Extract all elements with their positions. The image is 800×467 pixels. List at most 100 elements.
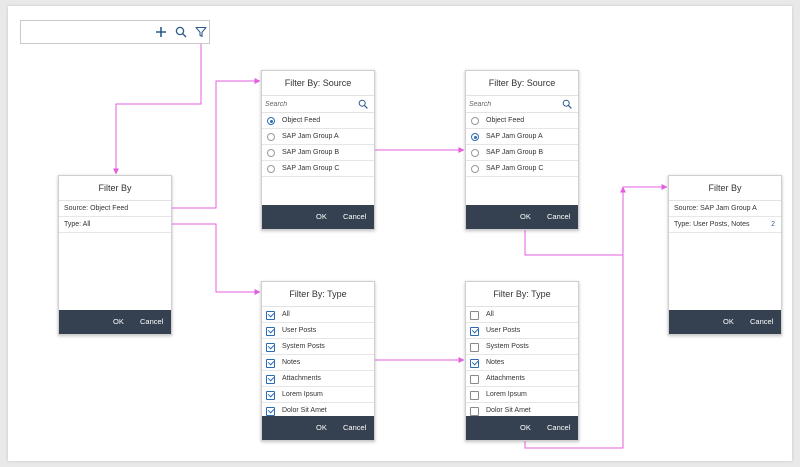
search-icon[interactable]	[358, 99, 368, 109]
source-row[interactable]: Source: Object Feed	[59, 201, 171, 217]
source-option[interactable]: SAP Jam Group C	[466, 161, 578, 177]
radio-button[interactable]	[471, 149, 479, 157]
type-option[interactable]: System Posts	[262, 339, 374, 355]
checkbox[interactable]	[266, 390, 275, 400]
source-row-label: Source: Object Feed	[64, 205, 129, 212]
option-label: Attachments	[486, 375, 525, 382]
filter-by-dialog-initial: Filter By Source: Object Feed Type: All …	[58, 175, 172, 335]
source-option[interactable]: Object Feed	[466, 113, 578, 129]
radio-button[interactable]	[267, 133, 275, 141]
option-label: User Posts	[282, 327, 317, 334]
checkbox[interactable]	[470, 342, 479, 352]
type-row[interactable]: Type: All	[59, 217, 171, 233]
source-row-label: Source: SAP Jam Group A	[674, 205, 757, 212]
ok-button[interactable]: OK	[723, 310, 734, 334]
search-input[interactable]	[265, 98, 353, 110]
type-option[interactable]: Notes	[262, 355, 374, 371]
source-option[interactable]: SAP Jam Group B	[466, 145, 578, 161]
radio-button[interactable]	[267, 117, 275, 125]
checkbox[interactable]	[266, 374, 275, 384]
ok-button[interactable]: OK	[520, 416, 531, 440]
dialog-title: Filter By: Source	[466, 71, 578, 96]
dialog-footer: OK Cancel	[59, 310, 171, 334]
radio-button[interactable]	[471, 117, 479, 125]
type-row-label: Type: All	[64, 221, 91, 228]
checkbox[interactable]	[470, 310, 479, 320]
radio-button[interactable]	[267, 149, 275, 157]
checkbox[interactable]	[266, 310, 275, 320]
option-label: System Posts	[486, 343, 529, 350]
type-option[interactable]: Attachments	[466, 371, 578, 387]
checkbox[interactable]	[266, 326, 275, 336]
type-option[interactable]: All	[466, 307, 578, 323]
cancel-button[interactable]: Cancel	[343, 205, 366, 229]
type-option[interactable]: System Posts	[466, 339, 578, 355]
checkbox[interactable]	[470, 374, 479, 384]
cancel-button[interactable]: Cancel	[343, 416, 366, 440]
type-count-badge: 2	[771, 221, 775, 228]
source-option[interactable]: SAP Jam Group A	[466, 129, 578, 145]
option-label: SAP Jam Group B	[486, 149, 544, 156]
add-icon[interactable]	[153, 24, 169, 40]
option-label: SAP Jam Group B	[282, 149, 340, 156]
type-options: All User Posts System Posts Notes Attachment…	[262, 307, 374, 419]
dialog-title: Filter By	[669, 176, 781, 201]
dialog-footer: OK Cancel	[262, 205, 374, 229]
option-label: SAP Jam Group C	[282, 165, 340, 172]
dialog-footer: OK Cancel	[466, 205, 578, 229]
ok-button[interactable]: OK	[520, 205, 531, 229]
source-option[interactable]: Object Feed	[262, 113, 374, 129]
option-label: Notes	[282, 359, 301, 366]
radio-button[interactable]	[267, 165, 275, 173]
type-option[interactable]: User Posts	[262, 323, 374, 339]
type-option[interactable]: Lorem Ipsum	[466, 387, 578, 403]
source-options: Object Feed SAP Jam Group A SAP Jam Group …	[262, 113, 374, 177]
type-option[interactable]: Lorem Ipsum	[262, 387, 374, 403]
option-label: All	[282, 311, 290, 318]
filter-icon[interactable]	[193, 24, 209, 40]
checkbox[interactable]	[470, 390, 479, 400]
option-label: User Posts	[486, 327, 521, 334]
dialog-footer: OK Cancel	[262, 416, 374, 440]
option-label: System Posts	[282, 343, 325, 350]
option-label: All	[486, 311, 494, 318]
source-options: Object Feed SAP Jam Group A SAP Jam Group …	[466, 113, 578, 177]
type-option[interactable]: User Posts	[466, 323, 578, 339]
checkbox[interactable]	[266, 406, 275, 416]
radio-button[interactable]	[471, 133, 479, 141]
type-row-label: Type: User Posts, Notes	[674, 221, 750, 228]
type-options: All User Posts System Posts Notes Attachment…	[466, 307, 578, 419]
radio-button[interactable]	[471, 165, 479, 173]
cancel-button[interactable]: Cancel	[547, 205, 570, 229]
checkbox[interactable]	[470, 358, 479, 368]
search-input[interactable]	[469, 98, 557, 110]
checkbox[interactable]	[266, 358, 275, 368]
option-label: Object Feed	[282, 117, 321, 124]
option-label: Lorem Ipsum	[282, 391, 323, 398]
dialog-title: Filter By: Source	[262, 71, 374, 96]
search-icon[interactable]	[562, 99, 572, 109]
type-row[interactable]: Type: User Posts, Notes 2	[669, 217, 781, 233]
cancel-button[interactable]: Cancel	[547, 416, 570, 440]
source-option[interactable]: SAP Jam Group A	[262, 129, 374, 145]
ok-button[interactable]: OK	[316, 205, 327, 229]
source-option[interactable]: SAP Jam Group C	[262, 161, 374, 177]
cancel-button[interactable]: Cancel	[750, 310, 773, 334]
checkbox[interactable]	[266, 342, 275, 352]
cancel-button[interactable]: Cancel	[140, 310, 163, 334]
type-option[interactable]: Attachments	[262, 371, 374, 387]
option-label: Object Feed	[486, 117, 525, 124]
search-icon[interactable]	[173, 24, 189, 40]
ok-button[interactable]: OK	[316, 416, 327, 440]
search-bar	[262, 96, 374, 113]
option-label: SAP Jam Group A	[282, 133, 339, 140]
checkbox[interactable]	[470, 406, 479, 416]
dialog-footer: OK Cancel	[466, 416, 578, 440]
source-option[interactable]: SAP Jam Group B	[262, 145, 374, 161]
dialog-footer: OK Cancel	[669, 310, 781, 334]
type-option[interactable]: All	[262, 307, 374, 323]
source-row[interactable]: Source: SAP Jam Group A	[669, 201, 781, 217]
type-option[interactable]: Notes	[466, 355, 578, 371]
ok-button[interactable]: OK	[113, 310, 124, 334]
checkbox[interactable]	[470, 326, 479, 336]
